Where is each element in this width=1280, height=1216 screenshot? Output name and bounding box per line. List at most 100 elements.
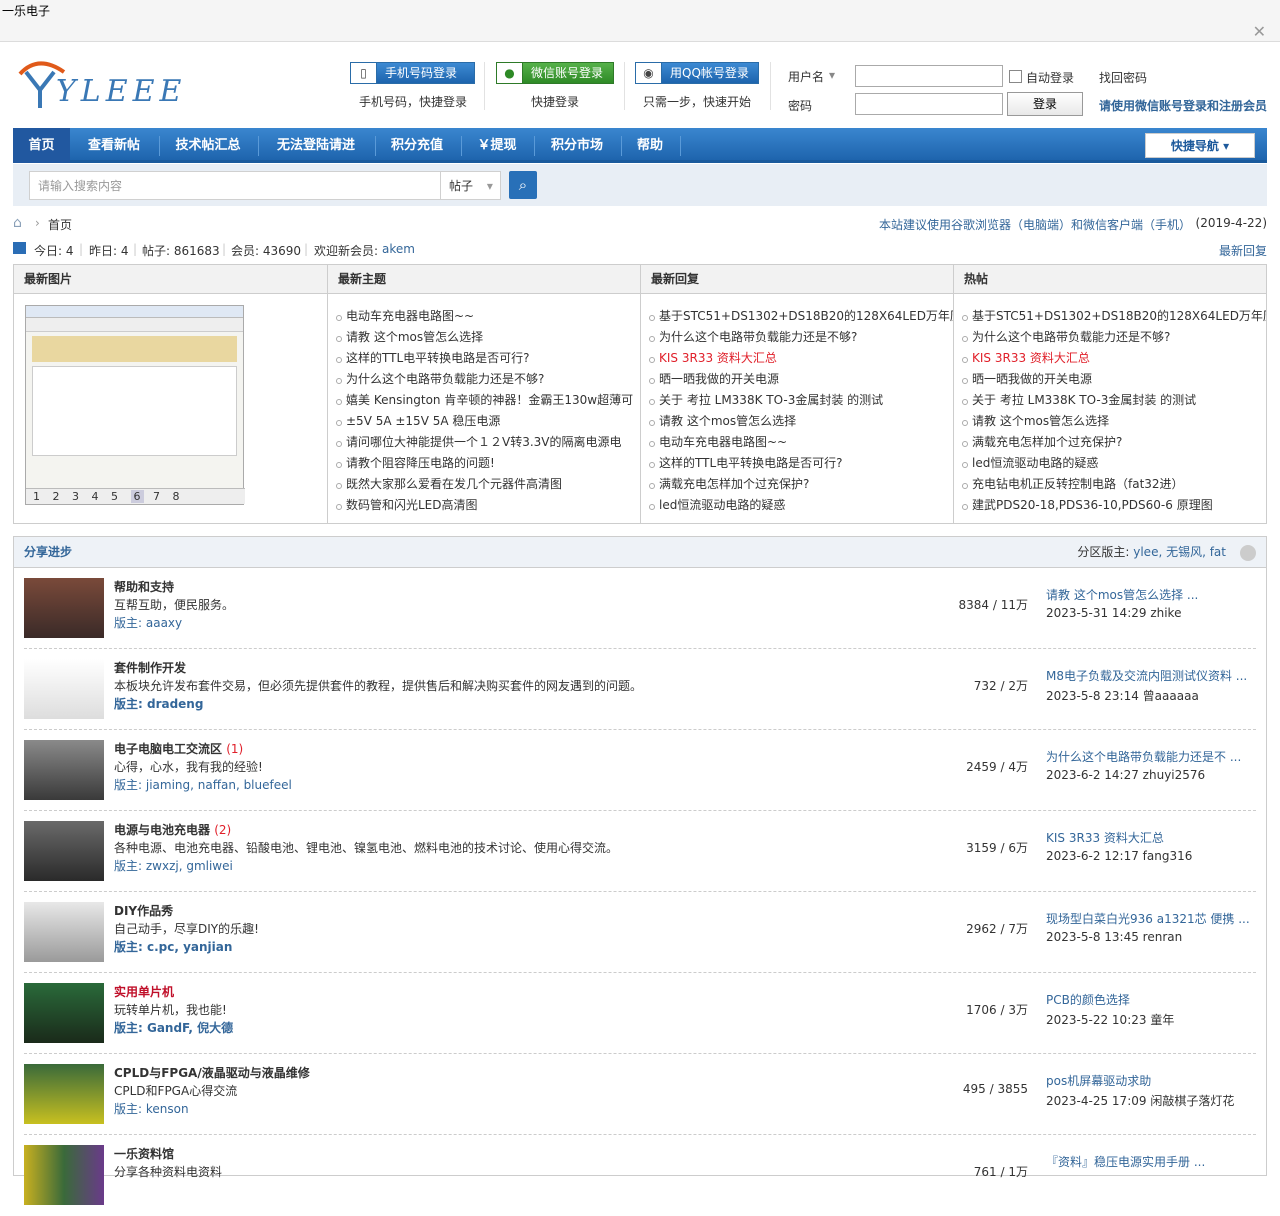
forum-name[interactable]: 电源与电池充电器 (2) [114,821,231,838]
forum-mods[interactable]: 版主: zwxzj, gmliwei [114,857,233,874]
list-item[interactable]: 关于 考拉 LM338K TO-3金属封装 的测试 [641,390,953,411]
search-input[interactable]: 请输入搜索内容 [29,171,441,200]
forum-name[interactable]: CPLD与FPGA/液晶驱动与液晶维修 [114,1064,310,1081]
forum-thumbnail[interactable] [24,1145,104,1205]
site-logo[interactable]: YLEEE [16,54,181,114]
nav-tech-summary[interactable]: 技术帖汇总 [165,128,251,163]
list-item[interactable]: 基于STC51+DS1302+DS18B20的128X64LED万年历 [641,306,953,327]
search-type-select[interactable]: 帖子 ▾ [440,171,501,200]
forgot-password-link[interactable]: 找回密码 [1099,69,1147,86]
forum-last-post[interactable]: PCB的颜色选择 [1046,991,1256,1008]
browser-notice-link[interactable]: 本站建议使用谷歌浏览器（电脑端）和微信客户端（手机） [879,216,1191,233]
wechat-register-link[interactable]: 请使用微信账号登录和注册会员 [1099,97,1267,114]
list-item[interactable]: 为什么这个电路带负载能力还是不够? [954,327,1266,348]
forum-name[interactable]: 套件制作开发 [114,659,186,676]
forum-mods[interactable]: 版主: jiaming, naffan, bluefeel [114,776,292,793]
forum-name[interactable]: 帮助和支持 [114,578,174,595]
list-item[interactable]: 充电钻电机正反转控制电路（fat32进） [954,474,1266,495]
list-item[interactable]: 基于STC51+DS1302+DS18B20的128X64LED万年历 [954,306,1266,327]
nav-home[interactable]: 首页 [13,128,70,163]
nav-help[interactable]: 帮助 [627,128,673,163]
list-item[interactable]: 为什么这个电路带负载能力还是不够? [328,369,640,390]
forum-last-post[interactable]: M8电子负载及交流内阻测试仪资料 ... [1046,667,1256,684]
section-mods[interactable]: ylee, 无锡风, fat [1133,545,1226,559]
forum-mods[interactable]: 版主: dradeng [114,695,203,712]
image-pager-5[interactable]: 5 [111,490,118,503]
wechat-login-button[interactable]: ● 微信账号登录 [496,62,614,84]
list-item[interactable]: 请教个阻容降压电路的问题! [328,453,640,474]
list-item[interactable]: 请教 这个mos管怎么选择 [641,411,953,432]
forum-last-post[interactable]: 为什么这个电路带负载能力还是不 ... [1046,748,1256,765]
phone-login-button[interactable]: ▯ 手机号码登录 [350,62,475,84]
nav-withdraw[interactable]: ￥提现 [467,128,527,163]
forum-last-post[interactable]: KIS 3R33 资料大汇总 [1046,829,1256,846]
list-item[interactable]: led恒流驱动电路的疑惑 [954,453,1266,474]
list-item[interactable]: 晒一晒我做的开关电源 [641,369,953,390]
forum-last-post[interactable]: 现场型白菜白光936 a1321芯 便携 ... [1046,910,1256,927]
new-member-link[interactable]: akem [382,242,415,256]
forum-last-post[interactable]: 请教 这个mos管怎么选择 ... [1046,586,1256,603]
forum-thumbnail[interactable] [24,983,104,1043]
forum-name[interactable]: DIY作品秀 [114,902,173,919]
nav-new-posts[interactable]: 查看新帖 [75,128,153,163]
list-item[interactable]: KIS 3R33 资料大汇总 [641,348,953,369]
list-item[interactable]: 电动车充电器电路图~~ [328,306,640,327]
list-item[interactable]: 嬉美 Kensington 肯辛顿的神器！金霸王130w超薄可 [328,390,640,411]
list-item[interactable]: 建武PDS20-18,PDS36-10,PDS60-6 原理图 [954,495,1266,516]
forum-thumbnail[interactable] [24,1064,104,1124]
list-item[interactable]: 关于 考拉 LM338K TO-3金属封装 的测试 [954,390,1266,411]
forum-last-post[interactable]: pos机屏幕驱动求助 [1046,1072,1256,1089]
nav-recharge[interactable]: 积分充值 [381,128,453,163]
image-pager-8[interactable]: 8 [173,490,180,503]
list-item[interactable]: KIS 3R33 资料大汇总 [954,348,1266,369]
list-item[interactable]: 这样的TTL电平转换电路是否可行? [641,453,953,474]
list-item[interactable]: 晒一晒我做的开关电源 [954,369,1266,390]
list-item[interactable]: 为什么这个电路带负载能力还是不够? [641,327,953,348]
latest-reply-link[interactable]: 最新回复 [1219,242,1267,259]
image-pager-1[interactable]: 1 [33,490,40,503]
list-item[interactable]: 满载充电怎样加个过充保护? [954,432,1266,453]
forum-mods[interactable]: 版主: kenson [114,1100,189,1117]
list-item[interactable]: 满载充电怎样加个过充保护? [641,474,953,495]
forum-thumbnail[interactable] [24,740,104,800]
forum-name[interactable]: 电子电脑电工交流区 (1) [114,740,243,757]
quick-nav-button[interactable]: 快捷导航 ▾ [1145,133,1255,158]
forum-name[interactable]: 实用单片机 [114,983,174,1000]
list-item[interactable]: 既然大家那么爱看在发几个元器件高清图 [328,474,640,495]
image-pager-4[interactable]: 4 [92,490,99,503]
list-item[interactable]: 这样的TTL电平转换电路是否可行? [328,348,640,369]
login-button[interactable]: 登录 [1007,92,1083,116]
forum-mods[interactable]: 版主: aaaxy [114,614,182,631]
list-item[interactable]: 请问哪位大神能提供一个１２V转3.3V的隔离电源电 [328,432,640,453]
list-item[interactable]: ±5V 5A ±15V 5A 稳压电源 [328,411,640,432]
forum-thumbnail[interactable] [24,821,104,881]
qq-login-button[interactable]: ◉ 用QQ帐号登录 [635,62,759,84]
chevron-down-icon[interactable]: ▾ [829,68,835,82]
forum-last-post[interactable]: 『资料』稳压电源实用手册 ... [1046,1153,1256,1170]
list-item[interactable]: led恒流驱动电路的疑惑 [641,495,953,516]
forum-section-title[interactable]: 分享进步 [24,545,72,559]
nav-login-help[interactable]: 无法登陆请进 [265,128,367,163]
forum-mods[interactable]: 版主: c.pc, yanjian [114,938,232,955]
image-pager-3[interactable]: 3 [72,490,79,503]
list-item[interactable]: 数码管和闪光LED高清图 [328,495,640,516]
auto-login-checkbox[interactable] [1009,70,1022,83]
image-pager-2[interactable]: 2 [53,490,60,503]
list-item[interactable]: 电动车充电器电路图~~ [641,432,953,453]
image-pager-7[interactable]: 7 [153,490,160,503]
forum-name[interactable]: 一乐资料馆 [114,1145,174,1162]
forum-thumbnail[interactable] [24,578,104,638]
collapse-icon[interactable] [1240,545,1256,561]
forum-thumbnail[interactable] [24,659,104,719]
password-input[interactable] [855,93,1003,115]
forum-mods[interactable]: 版主: GandF, 倪大德 [114,1019,233,1036]
collapse-icon[interactable]: ✕ [1253,22,1266,41]
nav-points-market[interactable]: 积分市场 [541,128,613,163]
home-icon[interactable]: ⌂ [13,215,22,231]
list-item[interactable]: 请教 这个mos管怎么选择 [954,411,1266,432]
list-item[interactable]: 请教 这个mos管怎么选择 [328,327,640,348]
username-input[interactable] [855,65,1003,87]
forum-thumbnail[interactable] [24,902,104,962]
image-pager-6[interactable]: 6 [130,490,144,503]
latest-image[interactable]: 1 2 3 4 5 6 7 8 [25,305,245,505]
